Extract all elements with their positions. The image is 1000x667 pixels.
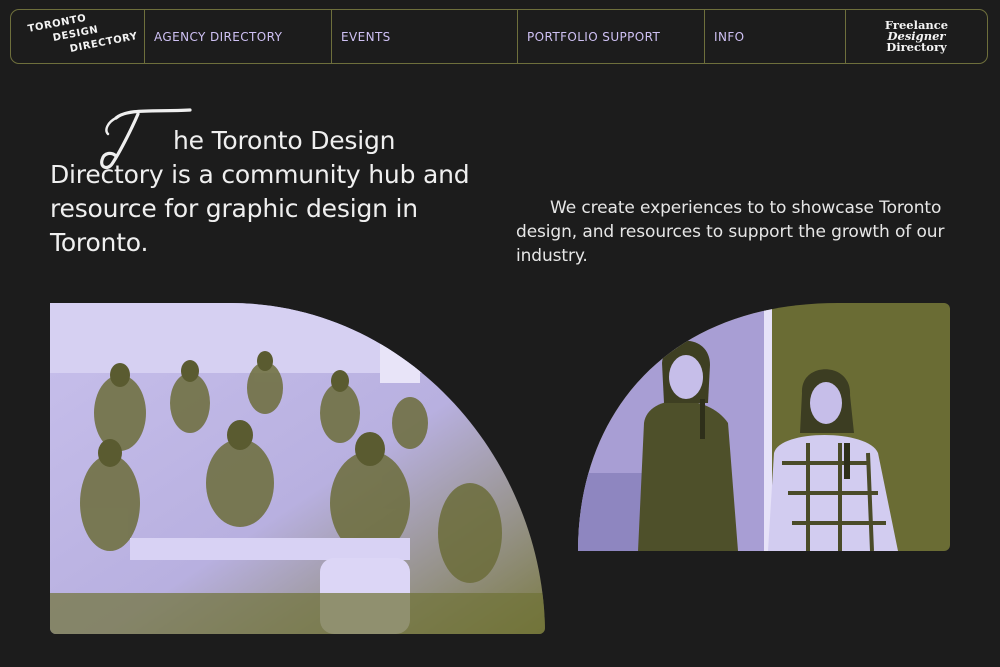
dropcap-letter [50,106,192,170]
top-nav: TORONTO DESIGN DIRECTORY AGENCY DIRECTOR… [10,9,988,64]
nav-link-events[interactable]: EVENTS [332,30,391,44]
nav-cell-portfolio: PORTFOLIO SUPPORT [518,10,705,63]
hero-subtext: We create experiences to to showcase Tor… [516,198,945,266]
hero-headline: he Toronto Design Directory is a communi… [50,106,490,260]
nav-link-info[interactable]: INFO [705,30,744,44]
nav-link-agency-directory[interactable]: AGENCY DIRECTORY [145,30,282,44]
freelance-designer-directory-logo[interactable]: Freelance Designer Directory [846,10,987,63]
partner-line-3: Directory [886,40,947,54]
speakers-photo [578,303,950,551]
nav-cell-agency: AGENCY DIRECTORY [145,10,332,63]
script-t-glyph [100,108,192,170]
nav-link-portfolio-support[interactable]: PORTFOLIO SUPPORT [518,30,660,44]
nav-cell-info: INFO [705,10,846,63]
site-logo[interactable]: TORONTO DESIGN DIRECTORY [11,10,145,63]
nav-cell-events: EVENTS [332,10,518,63]
workshop-photo [50,303,545,634]
